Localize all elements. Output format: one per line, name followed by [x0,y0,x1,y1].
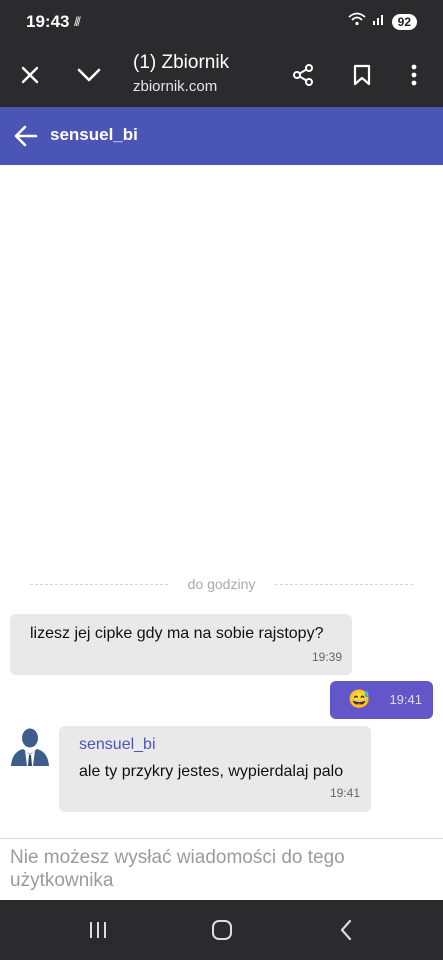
bookmark-icon[interactable] [345,58,379,92]
message-sender-name[interactable]: sensuel_bi [79,736,156,754]
close-icon[interactable] [13,58,47,92]
home-icon[interactable] [206,916,238,944]
compose-disabled-notice: Nie możesz wysłać wiadomości do tego uży… [10,847,345,891]
back-icon[interactable] [330,916,362,944]
status-extra-indicator: /// [74,14,81,29]
avatar[interactable] [9,724,51,766]
tab-title: (1) Zbiornik [133,52,230,73]
url-text[interactable]: zbiornik.com [133,78,217,95]
message-time: 19:39 [311,650,342,664]
status-bar: 19:43 /// 92 [0,0,443,44]
message-time: 19:41 [329,786,360,800]
divider-line-left [30,583,168,585]
more-vert-icon[interactable] [397,58,431,92]
message-text: ale ty przykry jestes, wypierdalaj palo [79,763,344,780]
share-icon[interactable] [286,58,320,92]
divider-label: do godziny [187,576,256,592]
browser-toolbar: (1) Zbiornik zbiornik.com [0,44,443,107]
recent-apps-icon[interactable] [82,916,114,944]
status-time: 19:43 [26,12,70,31]
battery-icon: 92 [391,13,417,30]
date-divider: do godziny [30,574,413,594]
status-icons: 92 [348,12,417,31]
message-time: 19:41 [389,692,422,707]
signal-icon [372,12,386,31]
system-nav-bar [0,900,443,960]
message-text: lizesz jej cipke gdy ma na sobie rajstop… [30,625,324,642]
wifi-icon [348,12,366,31]
arrow-left-icon[interactable] [12,122,40,150]
message-bubble-incoming: sensuel_bi ale ty przykry jestes, wypier… [59,726,371,812]
message-emoji: 😅 [348,689,371,709]
message-bubble-incoming: lizesz jej cipke gdy ma na sobie rajstop… [10,614,352,675]
divider-line-right [275,583,413,585]
message-bubble-outgoing: 😅 19:41 [330,681,433,719]
chat-username: sensuel_bi [50,125,138,144]
chevron-down-icon[interactable] [72,58,106,92]
chat-header: sensuel_bi [0,107,443,165]
compose-divider [0,838,443,839]
